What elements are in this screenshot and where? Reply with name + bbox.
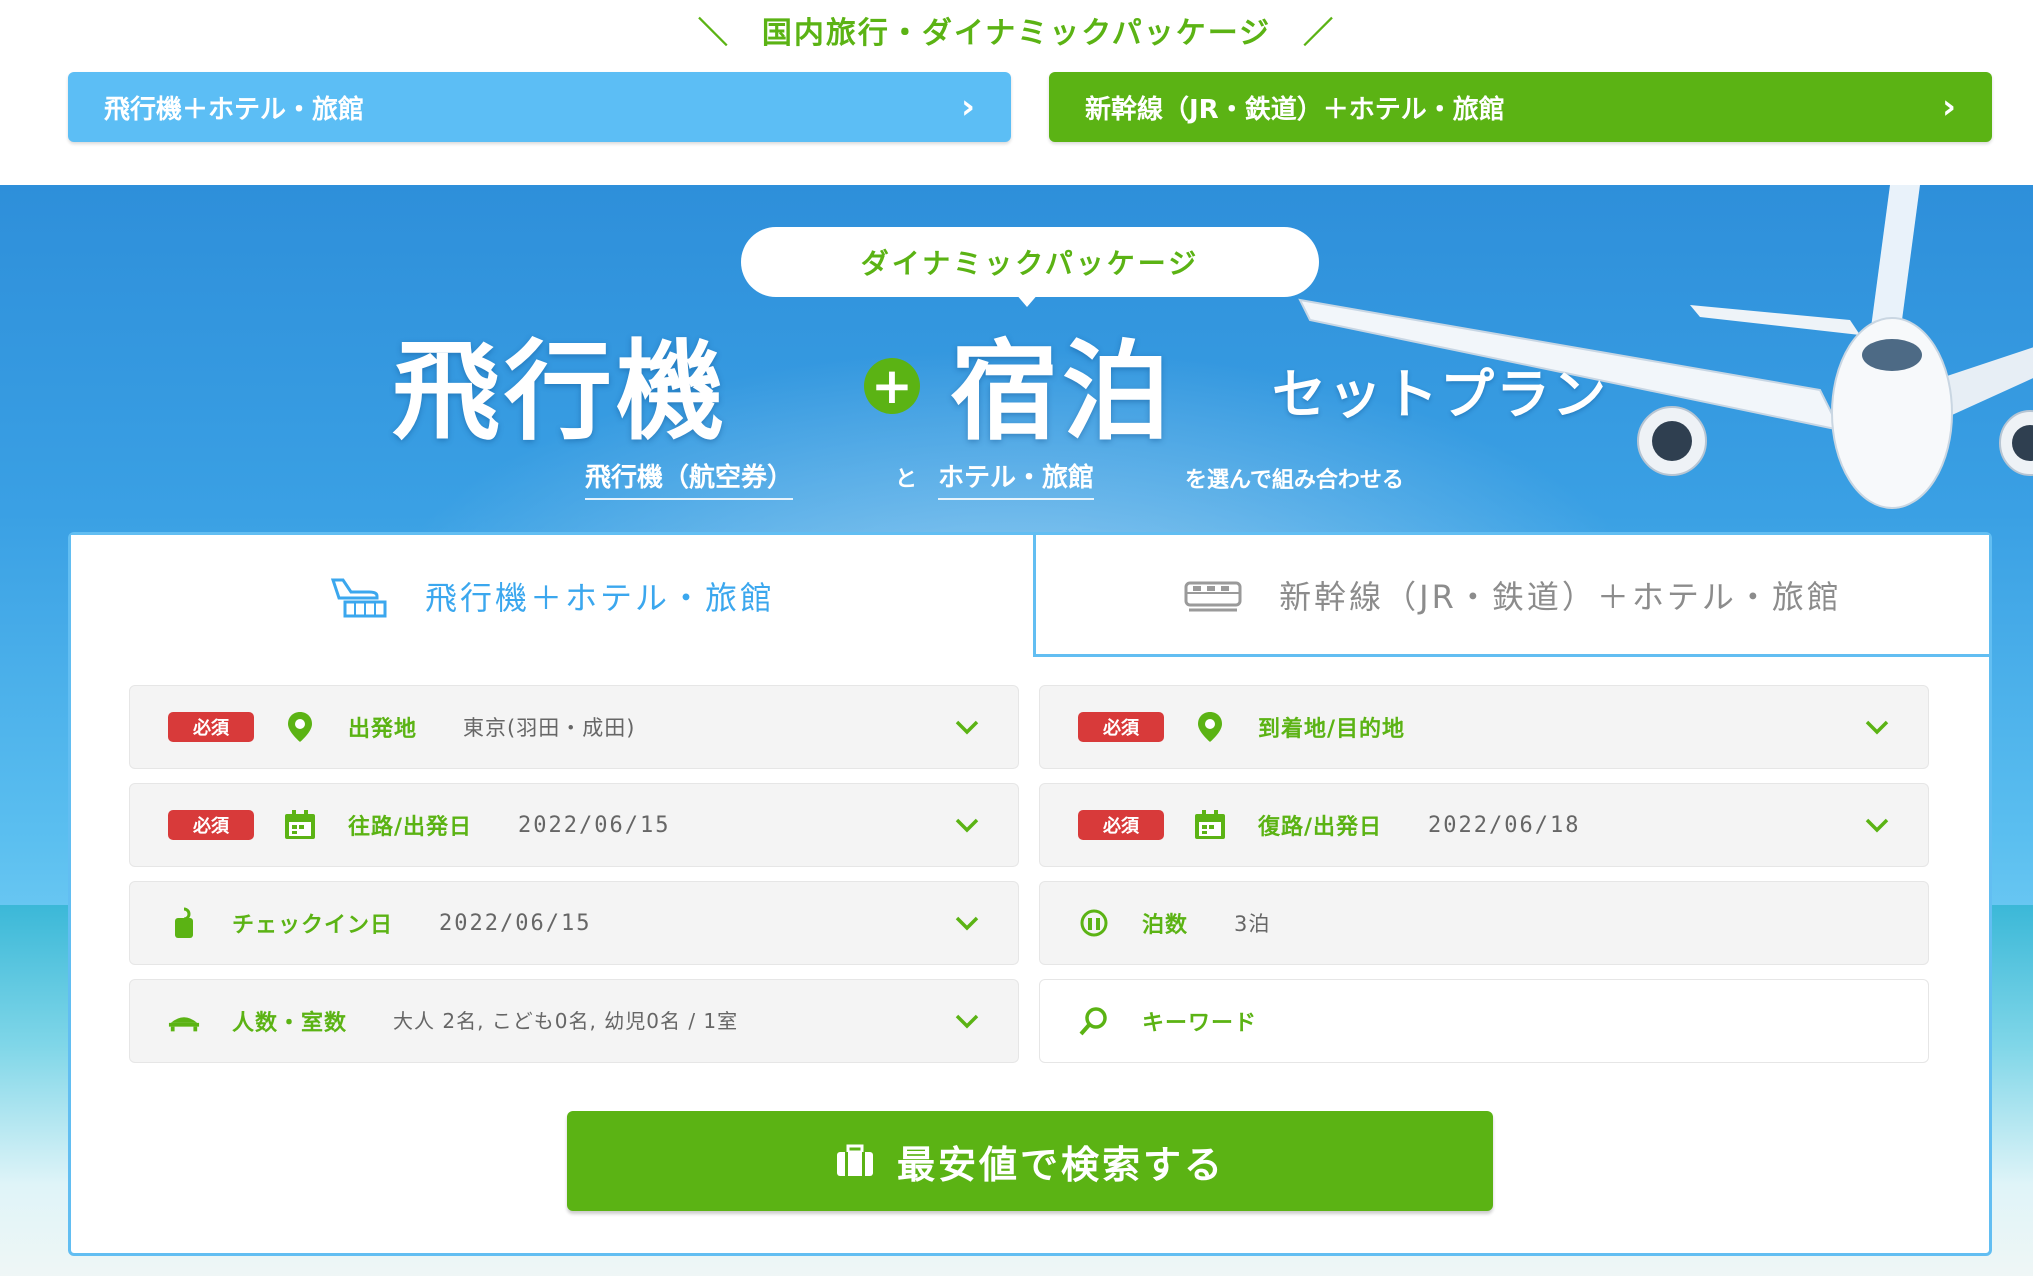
chevron-right-icon: › [960, 87, 975, 127]
train-hotel-icon [1183, 577, 1243, 613]
location-pin-icon [284, 711, 316, 743]
chevron-right-icon: › [1941, 87, 1956, 127]
calendar-icon [284, 809, 316, 841]
hero-set-plan: セットプラン [1272, 363, 1608, 426]
required-badge: 必須 [168, 810, 254, 840]
hero-sub-and: と [895, 467, 918, 492]
calendar-icon [1194, 809, 1226, 841]
search-button-label: 最安値で検索する [896, 1142, 1225, 1187]
tab-air-hotel-label: 飛行機＋ホテル・旅館 [424, 579, 775, 617]
search-button[interactable]: 最安値で検索する [567, 1111, 1493, 1211]
hero-sub-airfare: 飛行機（航空券） [585, 457, 794, 500]
rail-hotel-link-label: 新幹線（JR・鉄道）＋ホテル・旅館 [1085, 94, 1505, 125]
return-label: 復路/出発日 [1258, 815, 1383, 840]
hero-sub-hotel: ホテル・旅館 [938, 457, 1095, 500]
checkin-value: 2022/06/15 [439, 910, 592, 936]
hero-word-airplane: 飛行機 [392, 330, 729, 455]
suitcase-icon [835, 1144, 875, 1178]
departure-value: 東京(羽田・成田) [463, 716, 636, 740]
moon-building-icon [1078, 907, 1110, 939]
outbound-date-field[interactable]: 必須 往路/出発日 2022/06/15 [129, 783, 1019, 867]
departure-field[interactable]: 必須 出発地 東京(羽田・成田) [129, 685, 1019, 769]
hero-word-stay: 宿泊 [950, 330, 1175, 455]
checkin-date-field[interactable]: チェックイン日 2022/06/15 [129, 881, 1019, 965]
arrival-field[interactable]: 必須 到着地/目的地 [1039, 685, 1929, 769]
nights-label: 泊数 [1142, 913, 1189, 938]
required-badge: 必須 [168, 712, 254, 742]
chevron-down-icon [1865, 818, 1889, 833]
location-pin-icon [1194, 711, 1226, 743]
required-badge: 必須 [1078, 810, 1164, 840]
door-hanger-icon [168, 907, 200, 939]
chevron-down-icon [955, 1014, 979, 1029]
chevron-down-icon [955, 916, 979, 931]
checkin-label: チェックイン日 [232, 913, 394, 938]
people-rooms-field[interactable]: 人数・室数 大人 2名, こども0名, 幼児0名 / 1室 [129, 979, 1019, 1063]
hero-sub-tail: を選んで組み合わせる [1185, 468, 1404, 493]
chevron-down-icon [1865, 720, 1889, 735]
tab-rail-hotel-label: 新幹線（JR・鉄道）＋ホテル・旅館 [1279, 577, 1842, 616]
tab-air-hotel[interactable]: 飛行機＋ホテル・旅館 [71, 535, 1033, 657]
nights-value: 3泊 [1234, 912, 1271, 936]
nights-field[interactable]: 泊数 3泊 [1039, 881, 1929, 965]
return-value: 2022/06/18 [1428, 812, 1581, 838]
airplane-hotel-icon [329, 574, 389, 618]
air-hotel-link-button[interactable]: 飛行機＋ホテル・旅館 › [68, 72, 1011, 142]
tab-rail-hotel[interactable]: 新幹線（JR・鉄道）＋ホテル・旅館 [1033, 535, 1989, 657]
section-title: ＼ 国内旅行・ダイナミックパッケージ ／ [697, 16, 1336, 51]
bed-icon [168, 1005, 200, 1037]
search-icon [1078, 1005, 1110, 1037]
people-label: 人数・室数 [232, 1011, 348, 1036]
outbound-label: 往路/出発日 [348, 815, 473, 840]
air-hotel-link-label: 飛行機＋ホテル・旅館 [104, 94, 365, 125]
plus-icon: + [864, 358, 920, 414]
keyword-input[interactable]: キーワード [1039, 979, 1929, 1063]
people-value: 大人 2名, こども0名, 幼児0名 / 1室 [393, 1009, 739, 1033]
chevron-down-icon [955, 818, 979, 833]
search-card: 飛行機＋ホテル・旅館 新幹線（JR・鉄道）＋ホテル・旅館 必須 出発地 東京(羽… [68, 532, 1992, 1256]
arrival-label: 到着地/目的地 [1258, 717, 1406, 742]
keyword-placeholder: キーワード [1142, 1011, 1258, 1036]
return-date-field[interactable]: 必須 復路/出発日 2022/06/18 [1039, 783, 1929, 867]
chevron-down-icon [955, 720, 979, 735]
outbound-value: 2022/06/15 [518, 812, 671, 838]
required-badge: 必須 [1078, 712, 1164, 742]
departure-label: 出発地 [348, 717, 418, 742]
dynamic-package-pill: ダイナミックパッケージ [741, 227, 1319, 297]
rail-hotel-link-button[interactable]: 新幹線（JR・鉄道）＋ホテル・旅館 › [1049, 72, 1992, 142]
